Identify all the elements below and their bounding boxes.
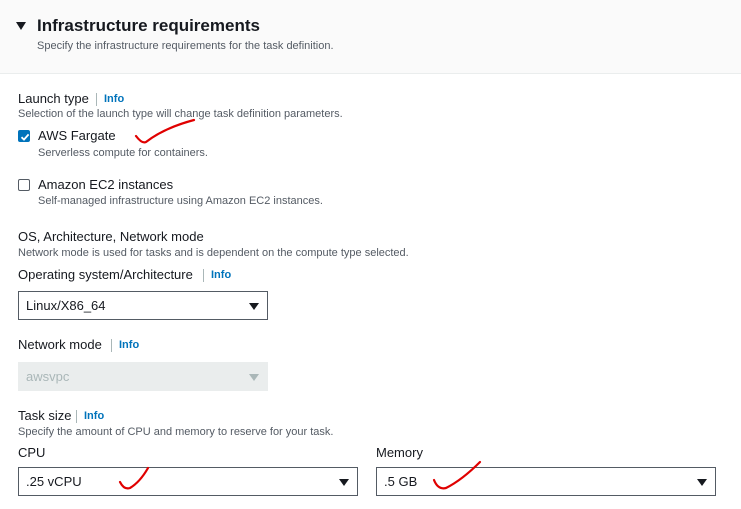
dropdown-arrow-icon <box>249 374 259 381</box>
dropdown-arrow-icon <box>697 479 707 486</box>
os-architecture-select[interactable]: Linux/X86_64 <box>18 291 268 320</box>
dropdown-arrow-icon <box>339 479 349 486</box>
collapse-caret-icon[interactable] <box>16 22 26 30</box>
memory-label: Memory <box>376 445 423 460</box>
dropdown-arrow-icon <box>249 303 259 310</box>
launch-type-label: Launch type <box>18 91 89 106</box>
aws-fargate-description: Serverless compute for containers. <box>38 147 208 159</box>
os-network-description: Network mode is used for tasks and is de… <box>18 247 409 259</box>
check-icon <box>20 133 30 141</box>
amazon-ec2-label[interactable]: Amazon EC2 instances <box>38 177 173 192</box>
task-size-description: Specify the amount of CPU and memory to … <box>18 426 334 438</box>
amazon-ec2-checkbox[interactable] <box>18 179 30 191</box>
os-network-heading: OS, Architecture, Network mode <box>18 229 204 244</box>
network-mode-select: awsvpc <box>18 362 268 391</box>
task-size-info-link[interactable]: Info <box>76 410 104 423</box>
os-architecture-label: Operating system/Architecture <box>18 267 193 282</box>
network-mode-value: awsvpc <box>26 369 70 384</box>
cpu-select[interactable]: .25 vCPU <box>18 467 358 496</box>
network-mode-info-link[interactable]: Info <box>111 339 139 352</box>
cpu-value: .25 vCPU <box>26 474 82 489</box>
section-header: Infrastructure requirements Specify the … <box>0 0 741 74</box>
aws-fargate-checkbox[interactable] <box>18 130 30 142</box>
amazon-ec2-description: Self-managed infrastructure using Amazon… <box>38 195 323 207</box>
launch-type-info-link[interactable]: Info <box>96 93 124 106</box>
os-architecture-value: Linux/X86_64 <box>26 298 106 313</box>
launch-type-description: Selection of the launch type will change… <box>18 108 343 120</box>
memory-value: .5 GB <box>384 474 418 489</box>
aws-fargate-label[interactable]: AWS Fargate <box>38 128 116 143</box>
memory-select[interactable]: .5 GB <box>376 467 716 496</box>
section-title: Infrastructure requirements <box>37 16 260 35</box>
task-size-label: Task size <box>18 408 72 423</box>
os-architecture-info-link[interactable]: Info <box>203 269 231 282</box>
network-mode-label: Network mode <box>18 337 102 352</box>
section-description: Specify the infrastructure requirements … <box>37 40 334 52</box>
cpu-label: CPU <box>18 445 46 460</box>
